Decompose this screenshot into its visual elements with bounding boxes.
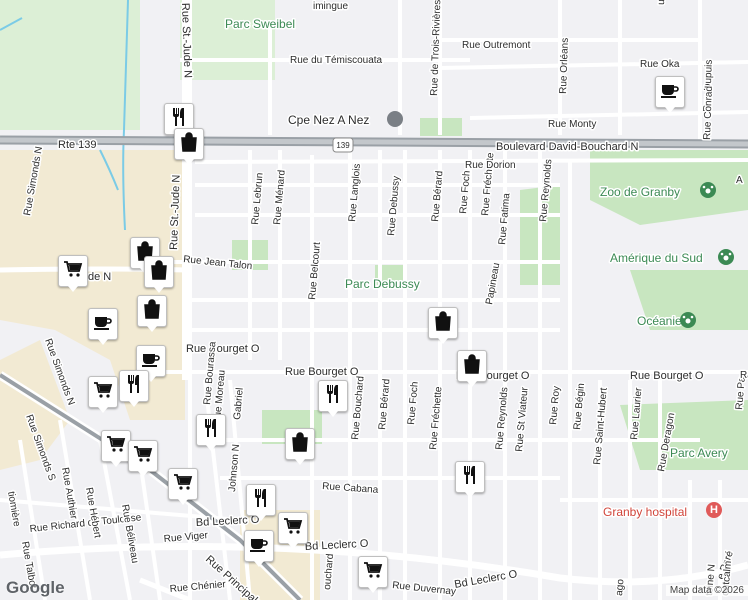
parc-avery-label: Parc Avery xyxy=(670,446,728,460)
svg-text:ago: ago xyxy=(614,578,626,596)
shopping-cart-icon xyxy=(363,561,383,584)
svg-text:Ra: Ra xyxy=(740,370,748,381)
restaurant-icon xyxy=(202,418,220,443)
shopping-bag-icon xyxy=(463,353,481,379)
google-logo[interactable]: Google xyxy=(6,578,65,598)
amerique-label: Amérique du Sud xyxy=(610,251,703,265)
poi-pin-shopping-bag[interactable] xyxy=(428,307,458,344)
shopping-cart-icon xyxy=(93,381,113,404)
svg-text:Boulevard David-Bouchard N: Boulevard David-Bouchard N xyxy=(496,141,639,153)
shopping-bag-icon xyxy=(143,298,161,324)
svg-text:Rte 139: Rte 139 xyxy=(58,139,97,151)
svg-text:139: 139 xyxy=(336,141,350,150)
restaurant-icon xyxy=(125,374,143,399)
shopping-cart-icon xyxy=(63,260,83,283)
poi-pin-shopping-bag[interactable] xyxy=(137,295,167,332)
hospital-icon[interactable]: H xyxy=(706,502,722,518)
poi-pin-restaurant[interactable] xyxy=(246,484,276,521)
poi-pin-shopping-cart[interactable] xyxy=(168,468,198,505)
shopping-bag-icon xyxy=(434,310,452,336)
school-icon xyxy=(387,111,403,127)
shopping-cart-icon xyxy=(173,473,193,496)
poi-pin-restaurant[interactable] xyxy=(196,414,226,451)
svg-text:Rue Monty: Rue Monty xyxy=(548,119,596,130)
svg-text:Rue Bourget O: Rue Bourget O xyxy=(285,366,359,378)
svg-text:Rue Conrad: Rue Conrad xyxy=(702,86,715,140)
poi-pin-cafe[interactable] xyxy=(88,308,118,345)
shopping-cart-icon xyxy=(283,517,303,540)
svg-text:Rue Bourget O: Rue Bourget O xyxy=(186,343,260,355)
svg-text:Rue du Témiscouata: Rue du Témiscouata xyxy=(290,55,383,66)
poi-pin-restaurant[interactable] xyxy=(455,461,485,498)
shopping-bag-icon xyxy=(150,259,168,285)
map-canvas: 139 Rte 139 Boulevard David-Bouchard N R… xyxy=(0,0,748,600)
svg-text:Rue Outremont: Rue Outremont xyxy=(462,40,531,51)
cafe-icon xyxy=(660,81,680,104)
svg-text:ue: ue xyxy=(656,0,667,5)
svg-text:Rue Orléans: Rue Orléans xyxy=(558,38,571,94)
poi-pin-shopping-bag[interactable] xyxy=(144,256,174,293)
map-data-copyright[interactable]: Map data ©2026 xyxy=(665,585,748,596)
poi-pin-shopping-cart[interactable] xyxy=(278,512,308,549)
hospital-label: Granby hospital xyxy=(603,505,687,519)
cpe-label: Cpe Nez A Nez xyxy=(288,113,369,127)
cafe-icon xyxy=(93,313,113,336)
poi-pin-shopping-cart[interactable] xyxy=(58,255,88,292)
poi-pin-shopping-cart[interactable] xyxy=(101,430,131,467)
zoo-label: Zoo de Granby xyxy=(600,185,680,199)
shopping-cart-icon xyxy=(133,445,153,468)
restaurant-icon xyxy=(461,465,479,490)
shopping-bag-icon xyxy=(180,131,198,157)
shopping-cart-icon xyxy=(106,435,126,458)
svg-text:Rue Oka: Rue Oka xyxy=(640,59,680,70)
route-139-shield: 139 xyxy=(332,137,354,153)
parc-debussy-label: Parc Debussy xyxy=(345,277,420,291)
parc-sweibel-label: Parc Sweibel xyxy=(225,17,295,31)
restaurant-icon xyxy=(252,488,270,513)
poi-pin-shopping-bag[interactable] xyxy=(457,350,487,387)
svg-text:de N: de N xyxy=(88,271,111,283)
poi-pin-shopping-bag[interactable] xyxy=(285,428,315,465)
svg-text:Rue Dorion: Rue Dorion xyxy=(465,160,516,171)
cafe-icon xyxy=(249,535,269,558)
poi-pin-shopping-cart[interactable] xyxy=(88,376,118,413)
svg-text:A: A xyxy=(736,175,743,186)
svg-text:Rue Bourget O: Rue Bourget O xyxy=(630,370,704,382)
poi-pin-shopping-cart[interactable] xyxy=(128,440,158,477)
oceanie-label: Océanie xyxy=(637,314,682,328)
poi-pin-cafe[interactable] xyxy=(244,530,274,567)
svg-text:imingue: imingue xyxy=(313,1,348,12)
shopping-bag-icon xyxy=(291,431,309,457)
poi-pin-shopping-cart[interactable] xyxy=(358,556,388,593)
poi-pin-cafe[interactable] xyxy=(655,76,685,113)
poi-pin-restaurant[interactable] xyxy=(119,370,149,407)
poi-pin-restaurant[interactable] xyxy=(318,380,348,417)
map-view[interactable]: 139 Rte 139 Boulevard David-Bouchard N R… xyxy=(0,0,748,600)
poi-pin-shopping-bag[interactable] xyxy=(174,128,204,165)
restaurant-icon xyxy=(324,384,342,409)
